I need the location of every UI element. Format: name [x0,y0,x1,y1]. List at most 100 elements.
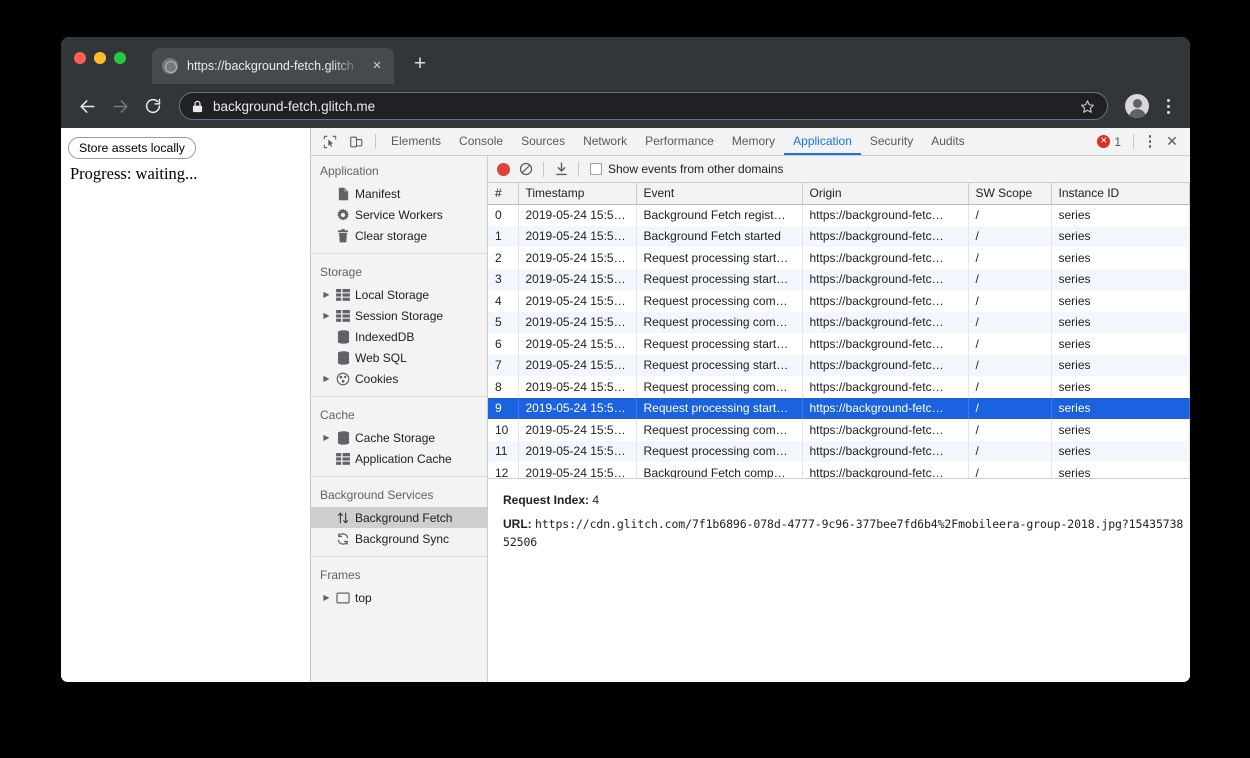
table-row[interactable]: 0 2019-05-24 15:5… Background Fetch regist… [488,204,1190,226]
table-row[interactable]: 5 2019-05-24 15:5… Request processing com…… [488,311,1190,333]
download-icon[interactable] [549,157,573,181]
cookie-icon [333,372,353,386]
chevron-right-icon[interactable]: ▶ [320,593,333,602]
detail-url-value[interactable]: https://cdn.glitch.com/7f1b6896-078d-477… [503,517,1183,548]
table-row[interactable]: 12 2019-05-24 15:5… Background Fetch comp…… [488,462,1190,478]
cell-sw-scope: / [968,247,1052,269]
cell-index: 8 [488,376,519,398]
chevron-right-icon[interactable]: ▶ [320,433,333,442]
reload-icon[interactable] [138,91,168,121]
show-events-from-other-domains-checkbox[interactable]: Show events from other domains [590,162,783,176]
recording-toolbar: Show events from other domains [488,156,1190,183]
tab-elements[interactable]: Elements [382,128,450,155]
cell-origin: https://background-fetc… [802,376,969,398]
maximize-window-button[interactable] [114,52,126,64]
close-icon[interactable]: × [368,57,386,75]
new-tab-button[interactable]: + [408,53,432,77]
sidebar-item-label: Session Storage [355,308,444,323]
document-icon [333,187,353,201]
sidebar-item-indexeddb[interactable]: ▶ IndexedDB [311,326,487,347]
tab-network[interactable]: Network [574,128,636,155]
page-viewport: Store assets locally Progress: waiting..… [61,128,311,682]
cell-event: Request processing com… [636,290,803,312]
sidebar-item-background-fetch[interactable]: ▶ Background Fetch [311,507,487,528]
cell-origin: https://background-fetc… [802,419,969,441]
minimize-window-button[interactable] [94,52,106,64]
device-toolbar-icon[interactable] [343,129,369,155]
tab-application[interactable]: Application [784,128,861,155]
record-icon[interactable] [497,162,510,176]
devtools-tabbar-right: × 1 ✕ [1091,131,1190,153]
browser-window: https://background-fetch.glitch × + back… [61,37,1190,682]
cell-origin: https://background-fetc… [802,440,969,462]
database-icon [333,430,353,445]
store-assets-locally-button[interactable]: Store assets locally [68,137,196,160]
sidebar-item-cache-storage[interactable]: ▶ Cache Storage [311,427,487,448]
column-header-index[interactable]: # [488,183,519,205]
cell-timestamp: 2019-05-24 15:5… [518,376,637,398]
column-header-origin[interactable]: Origin [802,183,969,205]
chevron-right-icon[interactable]: ▶ [320,374,333,383]
table-row[interactable]: 7 2019-05-24 15:5… Request processing star… [488,354,1190,376]
tab-audits[interactable]: Audits [922,128,973,155]
error-badge[interactable]: × 1 [1091,134,1127,149]
content-area: Store assets locally Progress: waiting..… [61,128,1190,682]
table-row[interactable]: 10 2019-05-24 15:5… Request processing com… [488,419,1190,441]
sidebar-item-clear-storage[interactable]: ▶ Clear storage [311,225,487,246]
table-row[interactable]: 9 2019-05-24 15:5… Request processing star… [488,397,1190,419]
table-row[interactable]: 3 2019-05-24 15:5… Request processing star… [488,268,1190,290]
sidebar-item-top[interactable]: ▶ top [311,587,487,608]
avatar[interactable] [1125,94,1149,118]
cell-sw-scope: / [968,397,1052,419]
browser-tab[interactable]: https://background-fetch.glitch × [152,48,394,84]
chevron-right-icon[interactable]: ▶ [320,311,333,320]
devtools-sidebar[interactable]: Application ▶ Manifest ▶ [311,156,488,682]
column-header-sw-scope[interactable]: SW Scope [968,183,1052,205]
sidebar-group-title: Storage [320,265,363,279]
inspect-element-icon[interactable] [317,129,343,155]
column-header-event[interactable]: Event [636,183,803,205]
cell-instance-id: series [1051,440,1190,462]
events-table-container[interactable]: # Timestamp Event Origin SW Scope Instan… [488,183,1190,479]
browser-tab-title: https://background-fetch.glitch [187,59,354,73]
tab-memory[interactable]: Memory [723,128,784,155]
address-bar-url: background-fetch.glitch.me [213,98,376,114]
sidebar-item-manifest[interactable]: ▶ Manifest [311,183,487,204]
sidebar-item-service-workers[interactable]: ▶ Service Workers [311,204,487,225]
cell-sw-scope: / [968,268,1052,290]
table-row[interactable]: 2 2019-05-24 15:5… Request processing star… [488,247,1190,269]
table-row[interactable]: 1 2019-05-24 15:5… Background Fetch starte… [488,225,1190,247]
devtools-close-icon[interactable]: ✕ [1160,131,1184,153]
sidebar-item-session-storage[interactable]: ▶ Session Storage [311,305,487,326]
table-row[interactable]: 4 2019-05-24 15:5… Request processing com…… [488,290,1190,312]
sidebar-item-application-cache[interactable]: ▶ Application Cache [311,448,487,469]
star-icon[interactable] [1080,99,1095,114]
kebab-menu-icon[interactable] [1157,93,1179,119]
back-arrow-icon[interactable] [72,91,102,121]
tab-performance[interactable]: Performance [636,128,723,155]
sidebar-item-local-storage[interactable]: ▶ Local Storage [311,284,487,305]
table-row[interactable]: 11 2019-05-24 15:5… Request processing com… [488,440,1190,462]
tab-console[interactable]: Console [450,128,512,155]
column-header-timestamp[interactable]: Timestamp [518,183,637,205]
table-row[interactable]: 6 2019-05-24 15:5… Request processing star… [488,333,1190,355]
table-row[interactable]: 8 2019-05-24 15:5… Request processing com…… [488,376,1190,398]
close-window-button[interactable] [74,52,86,64]
column-header-instance-id[interactable]: Instance ID [1051,183,1190,205]
clear-icon[interactable] [514,157,538,181]
table-icon [333,288,353,301]
devtools-more-options-icon[interactable] [1140,131,1160,153]
tab-security[interactable]: Security [861,128,922,155]
checkbox-box[interactable] [590,163,602,175]
cell-sw-scope: / [968,333,1052,355]
cell-event: Request processing start… [636,397,803,419]
sidebar-item-web-sql[interactable]: ▶ Web SQL [311,347,487,368]
address-bar[interactable]: background-fetch.glitch.me [179,92,1108,120]
tab-sources[interactable]: Sources [512,128,574,155]
sidebar-item-background-sync[interactable]: ▶ Background Sync [311,528,487,549]
chevron-right-icon[interactable]: ▶ [320,290,333,299]
cell-instance-id: series [1051,311,1190,333]
cell-timestamp: 2019-05-24 15:5… [518,333,637,355]
sidebar-item-cookies[interactable]: ▶ Cookies [311,368,487,389]
forward-arrow-icon[interactable] [105,91,135,121]
